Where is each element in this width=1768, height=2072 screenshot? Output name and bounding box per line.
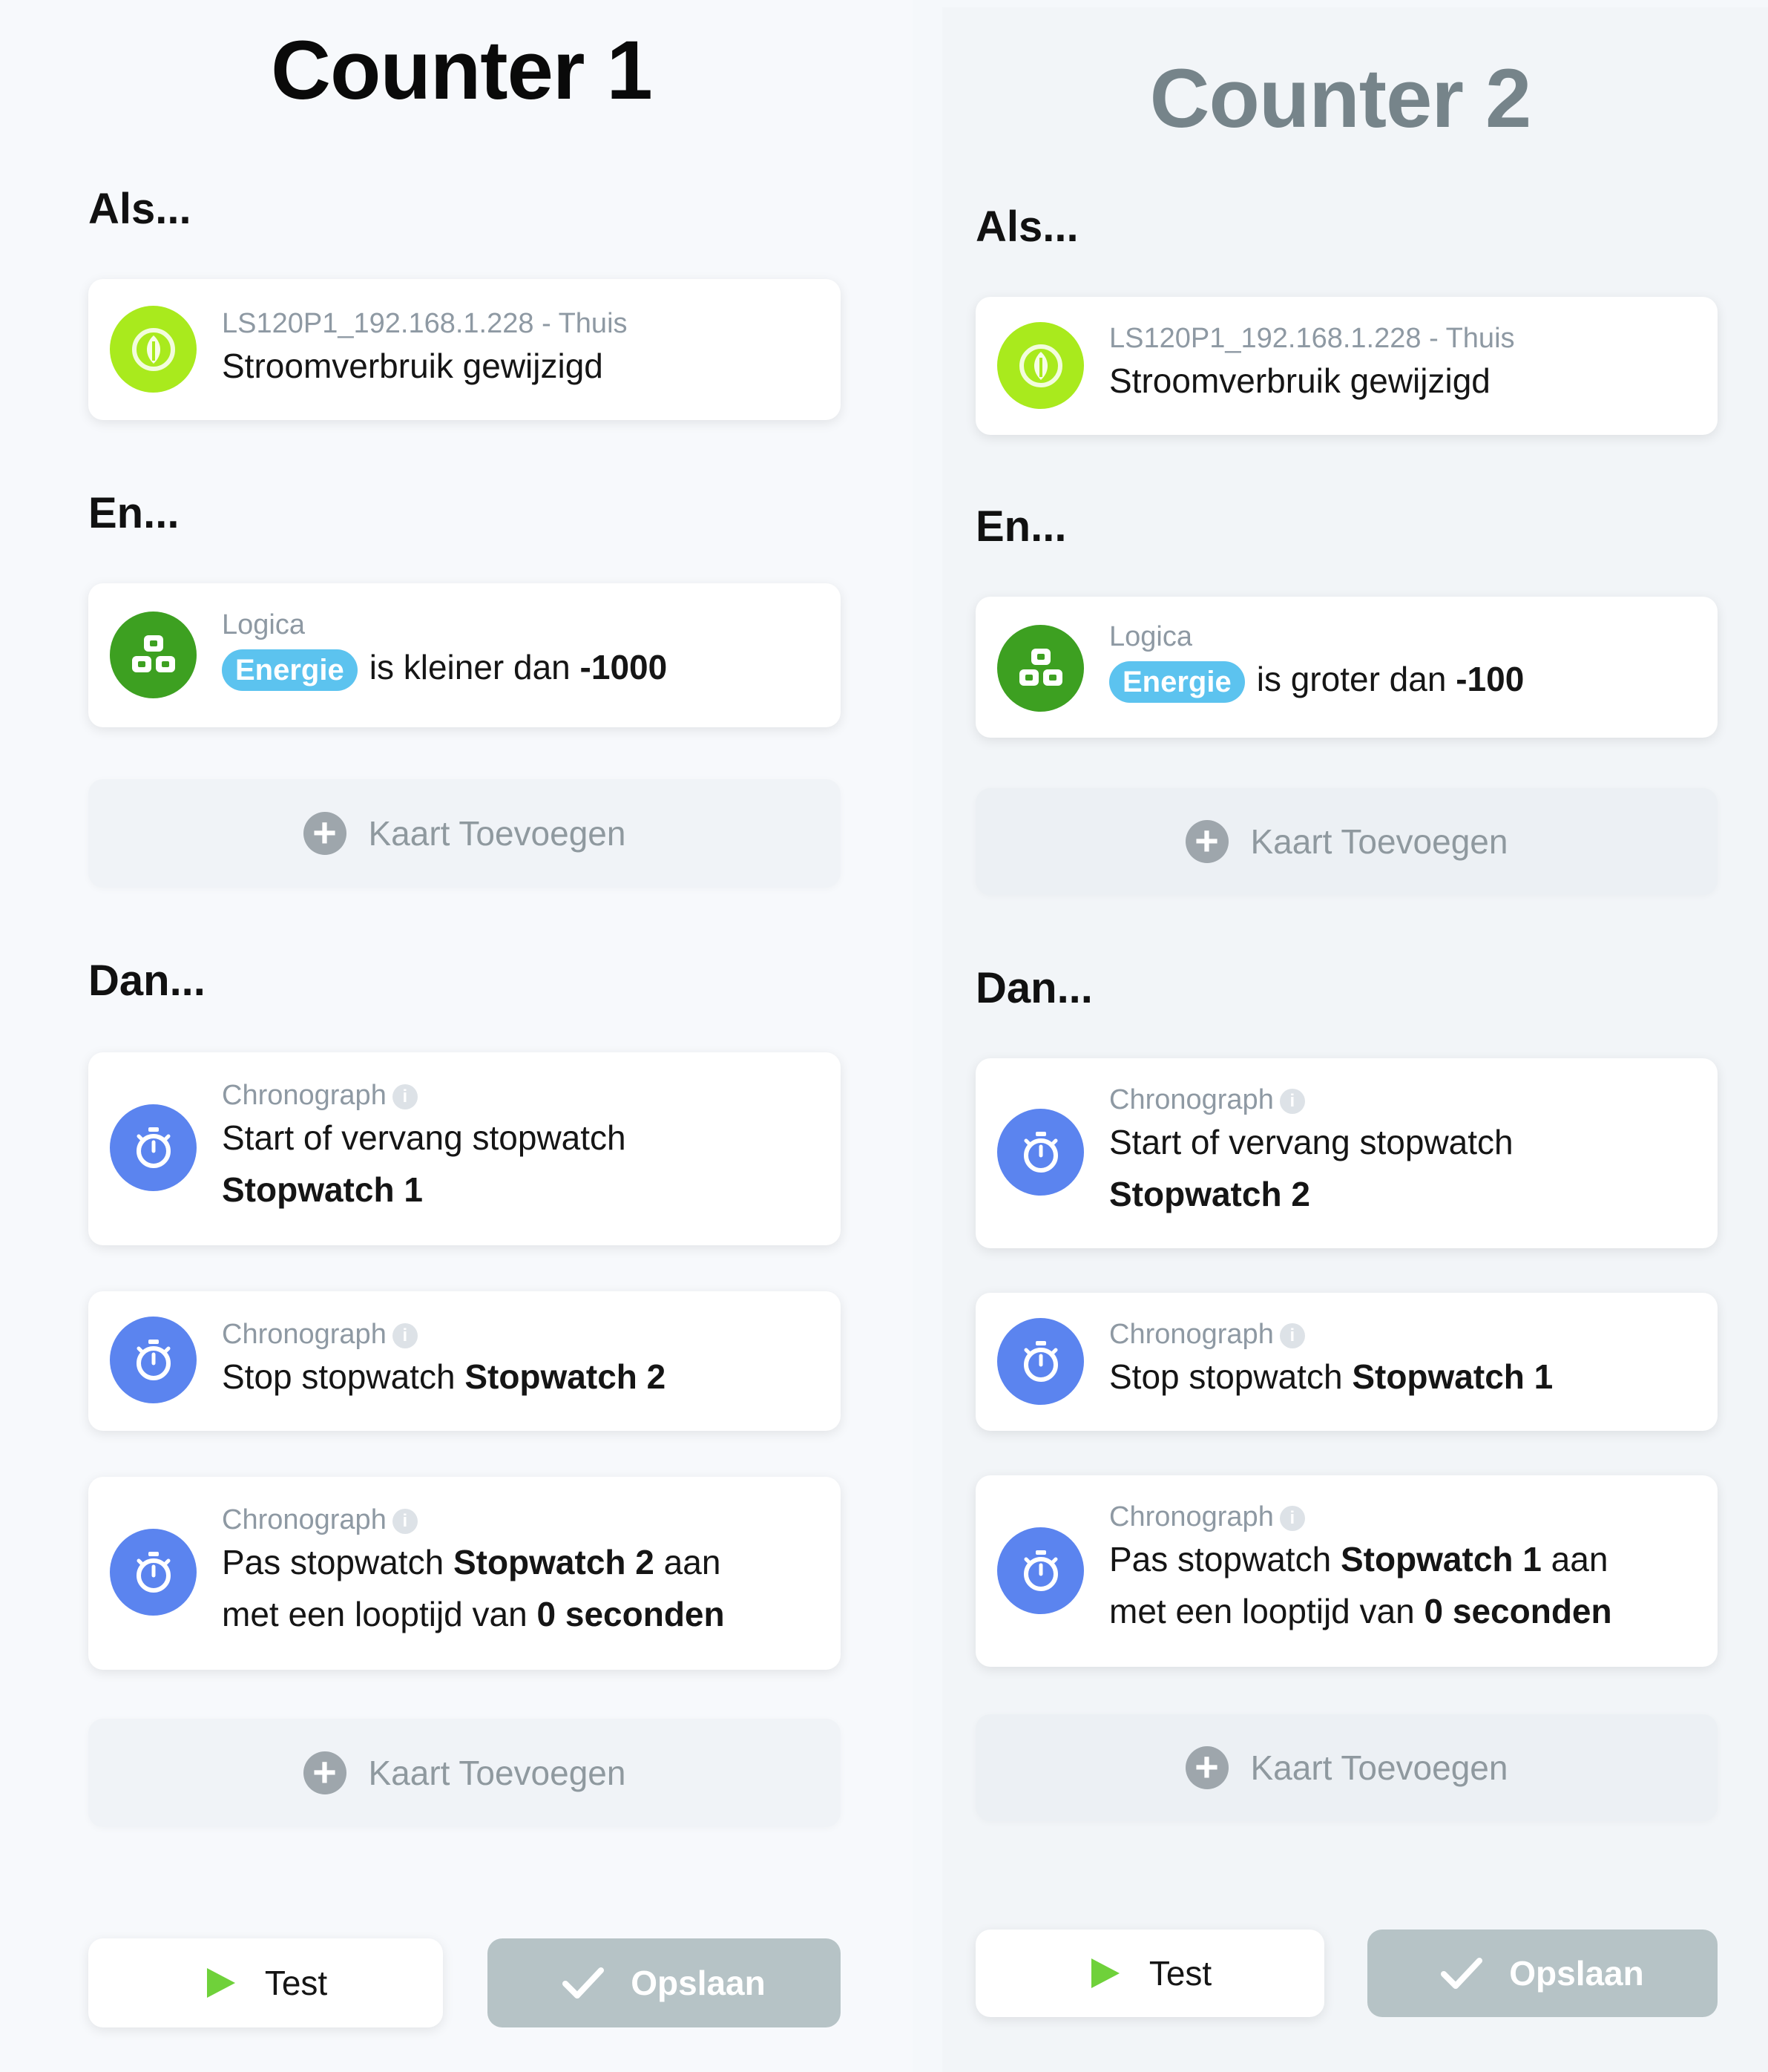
when-section-label: Als...: [976, 203, 1079, 251]
save-button[interactable]: Opslaan: [1367, 1930, 1718, 2017]
info-icon[interactable]: i: [392, 1508, 418, 1534]
and-section-label: En...: [88, 489, 180, 537]
test-label: Test: [264, 1964, 328, 2002]
flow-panel-counter-1: Counter 1 Als... LS120P1_192.168.1.228 -…: [0, 0, 913, 2072]
stopwatch-name[interactable]: Stopwatch 2: [1109, 1175, 1310, 1213]
stopwatch-icon: [110, 1317, 197, 1403]
add-card-label: Kaart Toevoegen: [368, 1754, 626, 1792]
action-source: Chronograph: [1109, 1084, 1274, 1115]
action-text-suffix: aan: [1551, 1540, 1608, 1578]
stopwatch-name[interactable]: Stopwatch 2: [464, 1357, 666, 1396]
then-section-label: Dan...: [976, 964, 1093, 1012]
add-action-card-button[interactable]: + Kaart Toevoegen: [88, 1719, 841, 1827]
trigger-text: Stroomverbruik gewijzigd: [222, 347, 603, 385]
logic-blocks-icon: [110, 612, 197, 698]
plus-circle-icon: +: [1185, 1746, 1229, 1789]
action-text: Stop stopwatch: [222, 1357, 456, 1396]
action-card-start-stopwatch[interactable]: Chronograph i Start of vervang stopwatch …: [976, 1058, 1718, 1248]
when-section-label: Als...: [88, 185, 191, 233]
action-card-set-stopwatch[interactable]: Chronograph i Pas stopwatch Stopwatch 2 a…: [88, 1477, 841, 1670]
trigger-text: Stroomverbruik gewijzigd: [1109, 361, 1491, 400]
leaf-power-icon: [110, 306, 197, 393]
plus-circle-icon: +: [303, 812, 346, 855]
action-source: Chronograph: [222, 1504, 387, 1535]
condition-operator: is kleiner dan: [369, 648, 571, 686]
stopwatch-name[interactable]: Stopwatch 1: [1352, 1357, 1553, 1396]
condition-value[interactable]: -100: [1456, 660, 1524, 698]
action-source: Chronograph: [222, 1080, 387, 1111]
action-text-suffix: aan: [663, 1543, 721, 1581]
condition-card[interactable]: Logica Energie is groter dan -100: [976, 597, 1718, 738]
action-text: Start of vervang stopwatch: [1109, 1123, 1514, 1161]
stopwatch-name[interactable]: Stopwatch 1: [1341, 1540, 1542, 1578]
duration-unit[interactable]: seconden: [1453, 1592, 1612, 1630]
add-condition-card-button[interactable]: + Kaart Toevoegen: [976, 788, 1718, 895]
flow-panel-counter-2: Counter 2 Als... LS120P1_192.168.1.228 -…: [942, 7, 1768, 2072]
add-action-card-button[interactable]: + Kaart Toevoegen: [976, 1714, 1718, 1821]
stopwatch-icon: [110, 1104, 197, 1191]
duration-unit[interactable]: seconden: [565, 1595, 725, 1633]
then-section-label: Dan...: [88, 957, 206, 1005]
add-card-label: Kaart Toevoegen: [1250, 822, 1508, 861]
info-icon[interactable]: i: [1279, 1322, 1305, 1348]
and-section-label: En...: [976, 502, 1067, 551]
action-text: Pas stopwatch: [1109, 1540, 1332, 1578]
test-button[interactable]: Test: [88, 1938, 443, 2027]
condition-value[interactable]: -1000: [580, 648, 668, 686]
flow-title: Counter 2: [1149, 52, 1532, 145]
add-card-label: Kaart Toevoegen: [368, 814, 626, 853]
action-card-start-stopwatch[interactable]: Chronograph i Start of vervang stopwatch …: [88, 1052, 841, 1245]
stopwatch-icon: [110, 1529, 197, 1616]
trigger-device: LS120P1_192.168.1.228 - Thuis: [222, 308, 628, 339]
info-icon[interactable]: i: [1279, 1088, 1305, 1114]
duration-value[interactable]: 0: [1424, 1592, 1444, 1630]
condition-source: Logica: [222, 609, 305, 640]
action-text: Start of vervang stopwatch: [222, 1118, 626, 1157]
condition-card[interactable]: Logica Energie is kleiner dan -1000: [88, 583, 841, 727]
check-icon: [1441, 1958, 1483, 1989]
test-button[interactable]: Test: [976, 1930, 1324, 2017]
stopwatch-icon: [997, 1318, 1084, 1405]
stopwatch-icon: [997, 1109, 1084, 1196]
plus-circle-icon: +: [1185, 820, 1229, 863]
play-icon: [1091, 1958, 1120, 1988]
energie-tag[interactable]: Energie: [1109, 660, 1245, 703]
action-source: Chronograph: [1109, 1319, 1274, 1350]
condition-operator: is groter dan: [1256, 660, 1447, 698]
info-icon[interactable]: i: [1279, 1505, 1305, 1531]
save-label: Opslaan: [1509, 1954, 1644, 1993]
plus-circle-icon: +: [303, 1751, 346, 1794]
action-card-stop-stopwatch[interactable]: Chronograph i Stop stopwatch Stopwatch 1: [976, 1293, 1718, 1431]
action-text: Stop stopwatch: [1109, 1357, 1343, 1396]
stopwatch-name[interactable]: Stopwatch 2: [453, 1543, 654, 1581]
check-icon: [562, 1967, 605, 1999]
condition-source: Logica: [1109, 621, 1192, 652]
add-card-label: Kaart Toevoegen: [1250, 1748, 1508, 1787]
test-label: Test: [1148, 1954, 1212, 1993]
action-text: Pas stopwatch: [222, 1543, 444, 1581]
action-card-set-stopwatch[interactable]: Chronograph i Pas stopwatch Stopwatch 1 a…: [976, 1475, 1718, 1667]
action-source: Chronograph: [222, 1319, 387, 1350]
logic-blocks-icon: [997, 625, 1084, 712]
trigger-card[interactable]: LS120P1_192.168.1.228 - Thuis Stroomverb…: [88, 279, 841, 420]
save-button[interactable]: Opslaan: [487, 1938, 841, 2027]
duration-label: met een looptijd van: [222, 1595, 528, 1633]
trigger-device: LS120P1_192.168.1.228 - Thuis: [1109, 323, 1515, 354]
energie-tag[interactable]: Energie: [222, 649, 358, 691]
action-card-stop-stopwatch[interactable]: Chronograph i Stop stopwatch Stopwatch 2: [88, 1291, 841, 1431]
add-condition-card-button[interactable]: + Kaart Toevoegen: [88, 779, 841, 888]
duration-value[interactable]: 0: [537, 1595, 556, 1633]
action-source: Chronograph: [1109, 1501, 1274, 1532]
duration-label: met een looptijd van: [1109, 1592, 1415, 1630]
trigger-card[interactable]: LS120P1_192.168.1.228 - Thuis Stroomverb…: [976, 297, 1718, 435]
flow-title: Counter 1: [271, 24, 653, 117]
info-icon[interactable]: i: [392, 1322, 418, 1348]
info-icon[interactable]: i: [392, 1083, 418, 1109]
play-icon: [206, 1968, 235, 1998]
stopwatch-icon: [997, 1527, 1084, 1614]
leaf-power-icon: [997, 322, 1084, 409]
stopwatch-name[interactable]: Stopwatch 1: [222, 1170, 423, 1209]
save-label: Opslaan: [631, 1964, 766, 2002]
